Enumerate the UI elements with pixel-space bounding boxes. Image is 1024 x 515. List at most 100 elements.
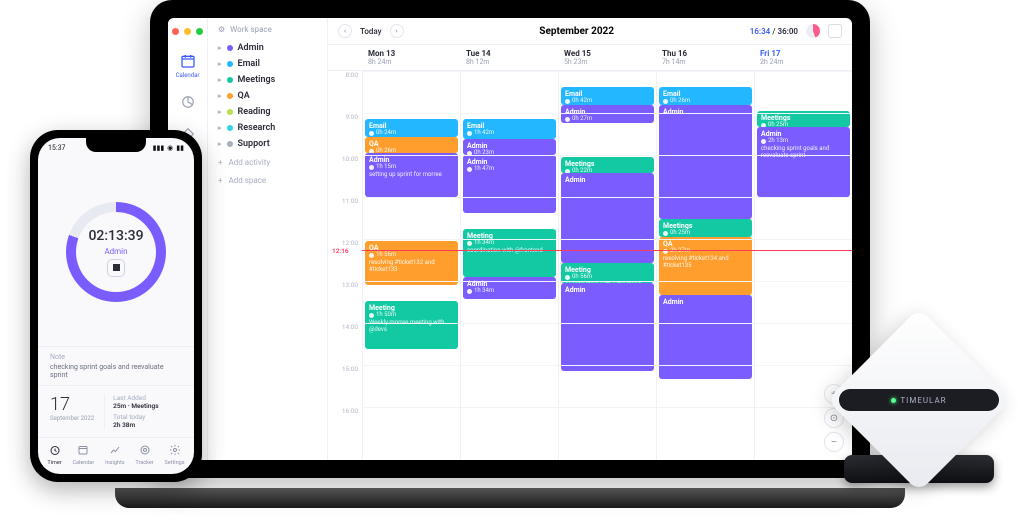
tracked-goal: 36:00 <box>778 27 798 36</box>
stop-icon <box>565 117 570 122</box>
sidebar-item-email[interactable]: ▸Email <box>214 56 321 72</box>
event-meetings[interactable]: Meeting1h 50mWeekly morree meeting with … <box>365 301 458 349</box>
laptop-screen: Calendar ⚙ Work space <box>150 0 870 478</box>
calendar-grid[interactable]: 8:009:0010:0011:0012:0013:0014:0015:0016… <box>328 71 852 460</box>
event-admin[interactable]: Admin <box>659 295 752 379</box>
sidebar-item-qa[interactable]: ▸QA <box>214 88 321 104</box>
event-meetings[interactable]: Meetings0h 22m <box>561 157 654 173</box>
event-admin[interactable]: Admin1h 47m <box>463 155 556 213</box>
stop-button[interactable] <box>107 259 125 277</box>
workspace-label: Work space <box>230 25 272 34</box>
tab-settings[interactable]: Settings <box>164 444 184 466</box>
date-picker-icon[interactable] <box>828 24 842 38</box>
event-email[interactable]: Email0h 42m <box>561 87 654 105</box>
timer-ring: 02:13:39 Admin <box>66 202 166 302</box>
stop-icon <box>467 241 472 246</box>
event-qa[interactable]: QA2h 27mresolving #ticket134 and #ticket… <box>659 237 752 295</box>
add-space[interactable]: +Add space <box>214 173 321 188</box>
day-column[interactable]: Email0h 42mAdmin0h 27m Meetings0h 22m Admi… <box>558 71 656 460</box>
summary-day: 17 <box>50 394 94 415</box>
event-admin[interactable]: Admin <box>659 105 752 219</box>
day-header[interactable]: Mon 138h 24m <box>362 45 460 70</box>
day-header-row: Mon 138h 24mTue 148h 12mWed 155h 23mThu … <box>328 45 852 71</box>
note-field[interactable]: Note checking sprint goals and reevaluat… <box>38 346 194 385</box>
window-controls[interactable] <box>168 22 211 38</box>
sidebar-item-meetings[interactable]: ▸Meetings <box>214 72 321 88</box>
chevron-right-icon: ▸ <box>218 124 222 132</box>
timer-category[interactable]: Admin <box>104 247 127 256</box>
progress-pie-icon <box>806 24 820 38</box>
event-admin[interactable]: Admin <box>561 283 654 371</box>
color-dot-icon <box>227 61 233 67</box>
insights-icon <box>109 444 121 458</box>
day-column[interactable]: Email0h 26mAdminMeetings0h 25mQA2h 27mre… <box>656 71 754 460</box>
stop-icon <box>467 289 472 294</box>
day-header[interactable]: Fri 172h 24m <box>754 45 852 70</box>
today-button[interactable]: Today <box>356 27 386 36</box>
chevron-right-icon: ▸ <box>218 92 222 100</box>
sidebar: ⚙ Work space ▸Admin▸Email▸Meetings▸QA▸Re… <box>208 18 328 460</box>
stop-icon <box>369 131 374 136</box>
tracker-band: TIMEULAR <box>839 389 999 411</box>
event-meetings[interactable]: Meeting0h 56mcoordination with @frontend <box>561 263 654 283</box>
day-column[interactable]: Email1h 42mAdmin0h 23mAdmin1h 47m Meeting… <box>460 71 558 460</box>
event-email[interactable]: Email0h 24m <box>365 119 458 137</box>
event-admin[interactable]: Admin0h 27m <box>561 105 654 123</box>
app-window: Calendar ⚙ Work space <box>168 18 852 460</box>
day-header[interactable]: Tue 148h 12m <box>460 45 558 70</box>
event-qa[interactable]: QA1h 56mresolving #ticket132 and #ticket… <box>365 241 458 285</box>
tab-calendar[interactable]: Calendar <box>72 444 94 466</box>
now-indicator: 12:16 <box>332 247 349 255</box>
event-admin[interactable]: Admin0h 23m <box>463 139 556 155</box>
event-email[interactable]: Email1h 42m <box>463 119 556 139</box>
prev-button[interactable]: ‹ <box>338 24 352 38</box>
stop-icon <box>761 139 766 144</box>
laptop-frame: Calendar ⚙ Work space <box>150 0 870 508</box>
sidebar-item-label: Email <box>238 59 260 69</box>
sidebar-item-label: Support <box>238 139 270 149</box>
calendar-icon <box>77 444 89 458</box>
tracker-led-icon <box>891 398 896 403</box>
next-button[interactable]: › <box>390 24 404 38</box>
sidebar-item-research[interactable]: ▸ Research <box>214 120 321 136</box>
sidebar-item-label: Research <box>238 123 276 133</box>
rail-calendar[interactable]: Calendar <box>176 52 200 79</box>
phone-frame: 15:37 ▮▮▮ ◉ ▮▮ 02:13:39 Admin Note <box>30 130 202 482</box>
event-email[interactable]: Email0h 26m <box>659 87 752 105</box>
timer-value: 02:13:39 <box>88 228 143 244</box>
rail-insights[interactable] <box>179 93 197 111</box>
add-activity[interactable]: +Add activity <box>214 155 321 170</box>
rail-calendar-label: Calendar <box>176 72 200 79</box>
day-column[interactable]: Email0h 24mQA0h 26mAdmin1h 15msetting up… <box>362 71 460 460</box>
sidebar-item-admin[interactable]: ▸Admin <box>214 40 321 56</box>
phone-screen: 15:37 ▮▮▮ ◉ ▮▮ 02:13:39 Admin Note <box>38 138 194 474</box>
event-meetings[interactable]: Meetings0h 25m <box>659 219 752 237</box>
pie-icon <box>179 93 197 111</box>
workspace-header[interactable]: ⚙ Work space <box>214 22 321 37</box>
color-dot-icon <box>227 141 233 147</box>
tab-timer[interactable]: Timer <box>47 444 61 466</box>
chevron-right-icon: ▸ <box>218 76 222 84</box>
phone-notch <box>86 138 146 152</box>
day-header[interactable]: Thu 167h 14m <box>656 45 754 70</box>
tab-tracker[interactable]: Tracker <box>135 444 153 466</box>
time-gutter: 8:009:0010:0011:0012:0013:0014:0015:0016… <box>328 71 362 460</box>
sidebar-item-reading[interactable]: ▸Reading <box>214 104 321 120</box>
timer-icon <box>49 444 61 458</box>
wifi-icon: ◉ <box>167 144 173 152</box>
signal-icon: ▮▮▮ <box>153 144 165 152</box>
chevron-right-icon: ▸ <box>218 140 222 148</box>
sidebar-item-support[interactable]: ▸ Support <box>214 136 321 152</box>
sidebar-item-label: Admin <box>238 43 264 53</box>
event-admin[interactable]: Admin2h 13mchecking sprint goals and ree… <box>757 127 850 197</box>
tab-insights[interactable]: Insights <box>105 444 124 466</box>
status-time: 15:37 <box>48 144 65 152</box>
tracker-device: TIMEULAR <box>834 335 1004 515</box>
sidebar-item-label: Reading <box>238 107 271 117</box>
event-admin[interactable]: Admin1h 15msetting up sprint for morree <box>365 153 458 197</box>
event-meetings[interactable]: Meeting1h 34mcoordination with @frontend <box>463 229 556 277</box>
note-text: checking sprint goals and reevaluate spr… <box>50 363 182 379</box>
day-header[interactable]: Wed 155h 23m <box>558 45 656 70</box>
laptop-base <box>115 488 905 508</box>
event-qa[interactable]: QA0h 26m <box>365 137 458 153</box>
